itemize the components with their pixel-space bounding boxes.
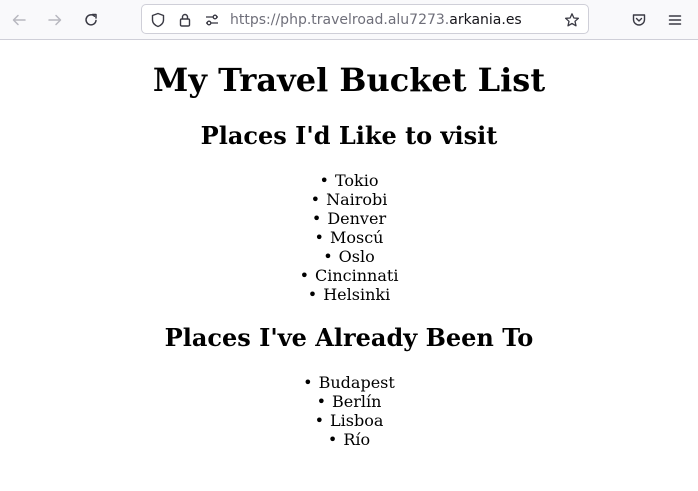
wishlist-list: • Tokio • Nairobi • Denver • Moscú • Oslo • Ci… — [0, 171, 698, 304]
lock-icon[interactable] — [176, 11, 194, 29]
list-item-label: Denver — [327, 209, 387, 228]
url-text[interactable]: https://php.travelroad.alu7273.arkania.e… — [230, 11, 522, 29]
pocket-button[interactable] — [626, 7, 652, 33]
list-item-label: Oslo — [338, 247, 375, 266]
permissions-icon[interactable] — [203, 11, 221, 29]
browser-toolbar: https://php.travelroad.alu7273.arkania.e… — [0, 0, 698, 40]
wishlist-heading: Places I'd Like to visit — [200, 121, 498, 150]
url-prefix: https://php.travelroad.alu7273. — [230, 12, 450, 28]
list-item-label: Lisboa — [330, 411, 384, 430]
menu-button[interactable] — [662, 7, 688, 33]
list-item: • Denver — [311, 209, 387, 228]
url-domain: arkania.es — [449, 12, 522, 28]
arrow-left-icon — [12, 14, 26, 26]
back-button[interactable] — [6, 7, 32, 33]
arrow-right-icon — [48, 14, 62, 26]
list-item: • Río — [327, 430, 371, 449]
list-item: • Lisboa — [314, 411, 384, 430]
visited-heading: Places I've Already Been To — [164, 323, 534, 352]
list-item: • Oslo — [323, 247, 375, 266]
page-title: My Travel Bucket List — [152, 61, 546, 99]
list-item: • Cincinnati — [299, 266, 399, 285]
page-content: My Travel Bucket List Places I'd Like to… — [0, 40, 698, 491]
list-item-label: Río — [343, 430, 371, 449]
forward-button[interactable] — [42, 7, 68, 33]
list-item: • Tokio — [319, 171, 379, 190]
list-item-label: Cincinnati — [315, 266, 399, 285]
reload-icon — [85, 13, 97, 26]
star-icon[interactable] — [563, 11, 581, 29]
list-item: • Helsinki — [307, 285, 391, 304]
list-item-label: Nairobi — [326, 190, 388, 209]
pocket-icon — [632, 14, 646, 26]
list-item: • Nairobi — [310, 190, 388, 209]
list-item-label: Berlín — [332, 392, 382, 411]
tracking-protection-shield-icon[interactable] — [149, 11, 167, 29]
list-item-label: Helsinki — [323, 285, 391, 304]
list-item-label: Moscú — [329, 228, 384, 247]
url-bar[interactable]: https://php.travelroad.alu7273.arkania.e… — [141, 4, 589, 34]
list-item: • Budapest — [303, 373, 395, 392]
list-item-label: Budapest — [318, 373, 395, 392]
list-item: • Berlín — [316, 392, 382, 411]
visited-list: • Budapest • Berlín • Lisboa • Río — [0, 373, 698, 449]
reload-button[interactable] — [78, 7, 104, 33]
list-item: • Moscú — [314, 228, 384, 247]
hamburger-menu-icon — [668, 15, 682, 25]
list-item-label: Tokio — [334, 171, 379, 190]
